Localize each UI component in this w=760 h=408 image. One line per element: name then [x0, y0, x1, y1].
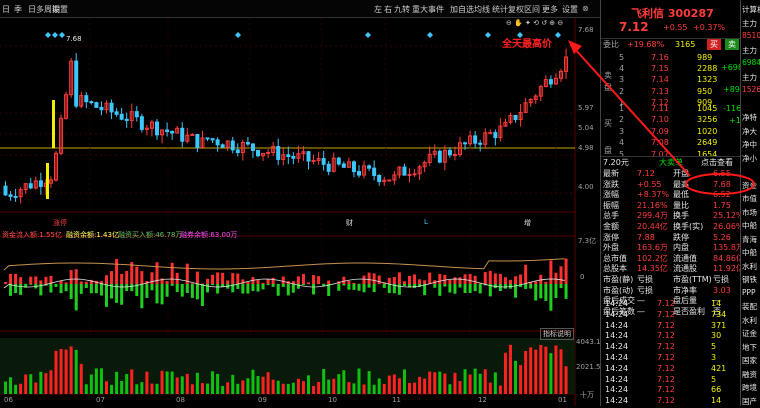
- annotation-arrow-line: [574, 48, 690, 176]
- trading-terminal: 日 季 日 多周期 设置 左 右 九转 重大事件 加自选 均线 统计 复权 区间…: [0, 0, 760, 406]
- highlight-oval: [686, 174, 754, 194]
- annotation-arrow-head: [568, 40, 582, 54]
- annotation-overlay: [0, 0, 760, 406]
